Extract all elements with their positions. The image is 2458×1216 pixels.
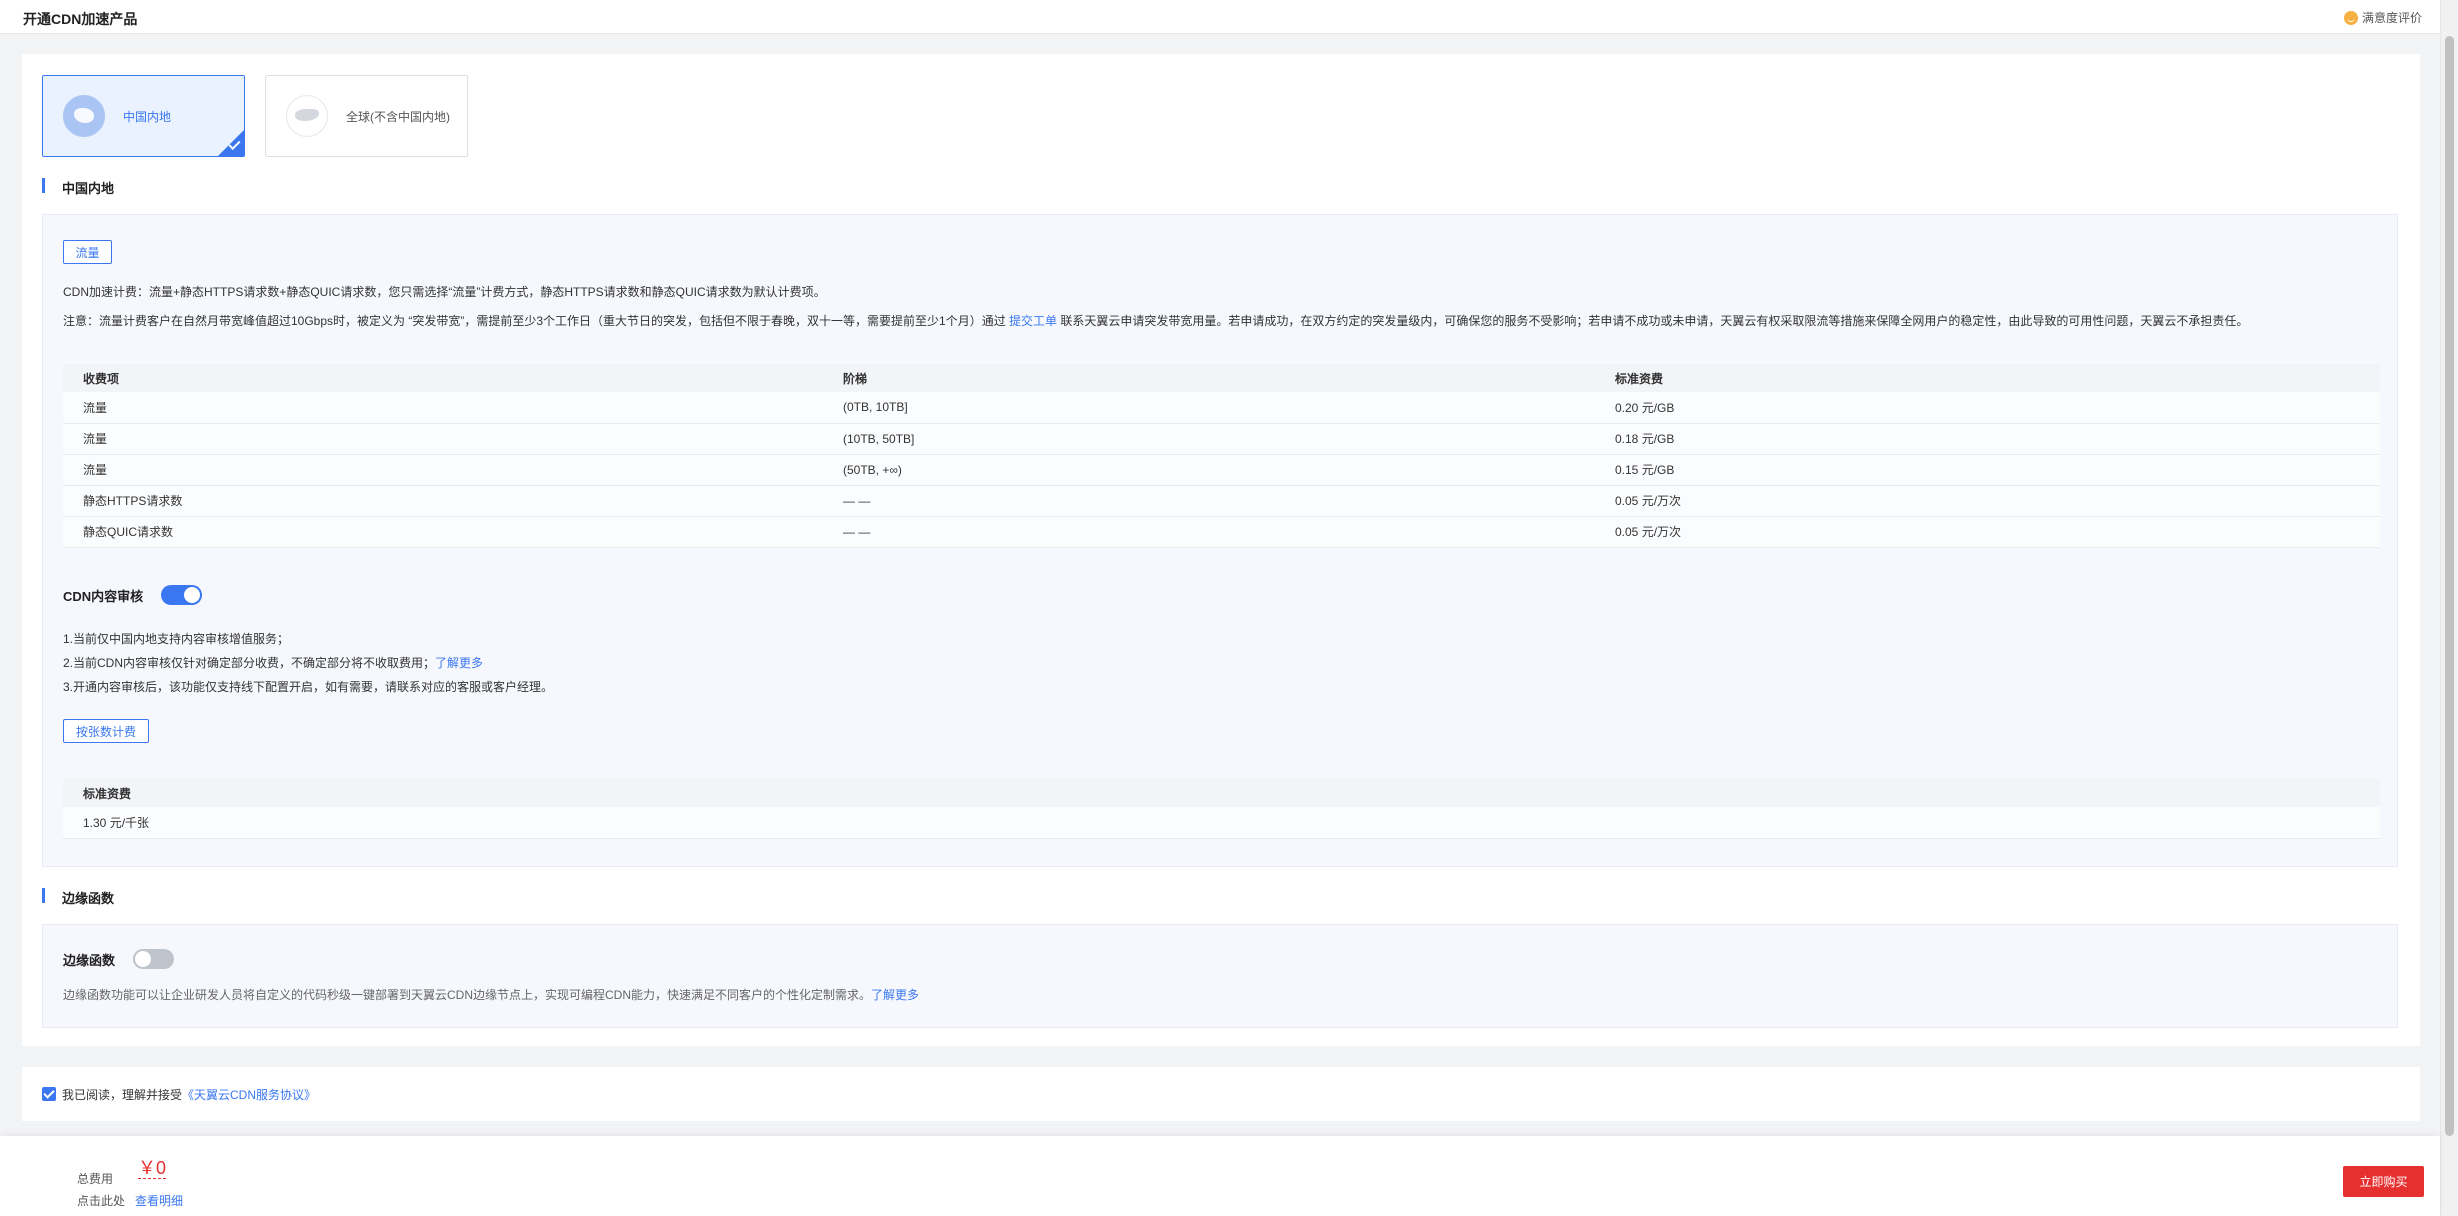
billing-tag-traffic[interactable]: 流量 bbox=[63, 240, 112, 264]
notice-text-after: 联系天翼云申请突发带宽用量。若申请成功，在双方约定的突发量级内，可确保您的服务不… bbox=[1057, 314, 2249, 328]
switch-knob bbox=[135, 951, 152, 967]
cell-tier: (50TB, +∞) bbox=[823, 454, 1595, 486]
col-header-item: 收费项 bbox=[63, 364, 823, 392]
detail-row: 点击此处 查看明细 bbox=[77, 1192, 183, 1209]
content-audit-label: CDN内容审核 bbox=[63, 588, 144, 604]
cell-tier: — — bbox=[823, 485, 1595, 517]
scrollbar-thumb[interactable] bbox=[2445, 36, 2454, 1136]
top-bar: 开通CDN加速产品 满意度评价 bbox=[0, 0, 2440, 34]
cell-price: 0.20 元/GB bbox=[1595, 392, 2380, 424]
audit-note-1: 1.当前仅中国内地支持内容审核增值服务； bbox=[63, 632, 290, 646]
cell-price: 0.05 元/万次 bbox=[1595, 516, 2380, 548]
agreement-text: 我已阅读，理解并接受 bbox=[62, 1087, 183, 1102]
satisfaction-rating[interactable]: 满意度评价 bbox=[2343, 9, 2422, 26]
audit-note-2: 2.当前CDN内容审核仅针对确定部分收费，不确定部分将不收取费用；了解更多 bbox=[63, 654, 483, 671]
cell-price: 1.30 元/千张 bbox=[63, 807, 2380, 839]
region-tab-label: 中国内地 bbox=[123, 109, 172, 124]
cell-price: 0.05 元/万次 bbox=[1595, 485, 2380, 517]
table-row: 静态QUIC请求数 — — 0.05 元/万次 bbox=[63, 516, 2380, 548]
view-details-link[interactable]: 查看明细 bbox=[135, 1194, 183, 1208]
scrollbar[interactable] bbox=[2440, 0, 2458, 1216]
world-map-icon bbox=[286, 95, 328, 137]
cell-tier: — — bbox=[823, 516, 1595, 548]
edge-function-box: 边缘函数 边缘函数功能可以让企业研发人员将自定义的代码秒级一键部署到天翼云CDN… bbox=[42, 924, 2398, 1028]
selected-check-icon bbox=[218, 130, 244, 156]
smile-icon bbox=[2343, 10, 2358, 25]
edge-function-desc: 边缘函数功能可以让企业研发人员将自定义的代码秒级一键部署到天翼云CDN边缘节点上… bbox=[63, 986, 919, 1003]
edge-function-label: 边缘函数 bbox=[63, 952, 116, 968]
table-row: 静态HTTPS请求数 — — 0.05 元/万次 bbox=[63, 485, 2380, 517]
page-title: 开通CDN加速产品 bbox=[23, 11, 138, 27]
footer-bar: 总费用 ￥0 点击此处 查看明细 立即购买 bbox=[0, 1136, 2440, 1216]
table-row: 1.30 元/千张 bbox=[63, 807, 2380, 839]
detail-prefix: 点击此处 bbox=[77, 1194, 126, 1208]
table-row: 流量 (0TB, 10TB] 0.20 元/GB bbox=[63, 392, 2380, 424]
submit-ticket-link[interactable]: 提交工单 bbox=[1009, 314, 1057, 328]
cell-item: 静态HTTPS请求数 bbox=[63, 485, 823, 517]
cell-tier: (10TB, 50TB] bbox=[823, 423, 1595, 455]
agreement-checkbox[interactable] bbox=[42, 1087, 56, 1101]
region-tab-global[interactable]: 全球(不含中国内地) bbox=[265, 75, 468, 157]
content-audit-row: CDN内容审核 bbox=[63, 585, 203, 605]
section-title-edge: 边缘函数 bbox=[42, 888, 114, 907]
rating-label: 满意度评价 bbox=[2361, 11, 2422, 25]
table-header-row: 标准资费 bbox=[63, 779, 2380, 807]
mainland-pricing-box: 流量 CDN加速计费：流量+静态HTTPS请求数+静态QUIC请求数，您只需选择… bbox=[42, 214, 2398, 867]
content-audit-switch[interactable] bbox=[161, 585, 203, 605]
cell-tier: (0TB, 10TB] bbox=[823, 392, 1595, 424]
edge-learn-more-link[interactable]: 了解更多 bbox=[871, 988, 919, 1002]
mainland-price-table: 收费项 阶梯 标准资费 流量 (0TB, 10TB] 0.20 元/GB 流量 … bbox=[63, 364, 2380, 548]
edge-function-row: 边缘函数 bbox=[63, 949, 175, 969]
billing-tag-per-image[interactable]: 按张数计费 bbox=[63, 719, 149, 743]
table-row: 流量 (10TB, 50TB] 0.18 元/GB bbox=[63, 423, 2380, 455]
section-title-mainland: 中国内地 bbox=[42, 178, 114, 197]
cell-item: 流量 bbox=[63, 392, 823, 424]
region-tab-label: 全球(不含中国内地) bbox=[346, 109, 450, 124]
audit-note-3: 3.开通内容审核后，该功能仅支持线下配置开启，如有需要，请联系对应的客服或客户经… bbox=[63, 680, 554, 694]
audit-note-2-text: 2.当前CDN内容审核仅针对确定部分收费，不确定部分将不收取费用； bbox=[63, 656, 436, 670]
cell-item: 流量 bbox=[63, 454, 823, 486]
total-price[interactable]: ￥0 bbox=[138, 1158, 167, 1179]
service-agreement-link[interactable]: 《天翼云CDN服务协议》 bbox=[182, 1086, 316, 1103]
buy-now-button[interactable]: 立即购买 bbox=[2343, 1166, 2424, 1197]
audit-price-table: 标准资费 1.30 元/千张 bbox=[63, 779, 2380, 839]
region-tabs: 中国内地 全球(不含中国内地) bbox=[42, 75, 468, 157]
cell-price: 0.15 元/GB bbox=[1595, 454, 2380, 486]
col-header-price: 标准资费 bbox=[63, 779, 2380, 807]
switch-knob bbox=[184, 587, 201, 603]
edge-function-switch[interactable] bbox=[133, 949, 175, 969]
col-header-tier: 阶梯 bbox=[823, 364, 1595, 392]
col-header-price: 标准资费 bbox=[1595, 364, 2380, 392]
cell-price: 0.18 元/GB bbox=[1595, 423, 2380, 455]
cell-item: 流量 bbox=[63, 423, 823, 455]
china-map-icon bbox=[63, 95, 105, 137]
edge-desc-text: 边缘函数功能可以让企业研发人员将自定义的代码秒级一键部署到天翼云CDN边缘节点上… bbox=[63, 988, 872, 1002]
agreement-card: 我已阅读，理解并接受 《天翼云CDN服务协议》 bbox=[22, 1067, 2420, 1121]
table-header-row: 收费项 阶梯 标准资费 bbox=[63, 364, 2380, 392]
total-cost-label: 总费用 bbox=[77, 1172, 114, 1186]
audit-learn-more-link[interactable]: 了解更多 bbox=[435, 656, 483, 670]
burst-notice: 注意：流量计费客户在自然月带宽峰值超过10Gbps时，被定义为 “突发带宽”，需… bbox=[63, 312, 2248, 329]
cell-item: 静态QUIC请求数 bbox=[63, 516, 823, 548]
billing-description: CDN加速计费：流量+静态HTTPS请求数+静态QUIC请求数，您只需选择“流量… bbox=[63, 285, 826, 299]
main-card: 中国内地 全球(不含中国内地) 中国内地 流量 CDN加速计费：流量+静态HTT… bbox=[22, 54, 2420, 1046]
table-row: 流量 (50TB, +∞) 0.15 元/GB bbox=[63, 454, 2380, 486]
notice-text-before: 注意：流量计费客户在自然月带宽峰值超过10Gbps时，被定义为 “突发带宽”，需… bbox=[63, 314, 1010, 328]
region-tab-mainland[interactable]: 中国内地 bbox=[42, 75, 245, 157]
